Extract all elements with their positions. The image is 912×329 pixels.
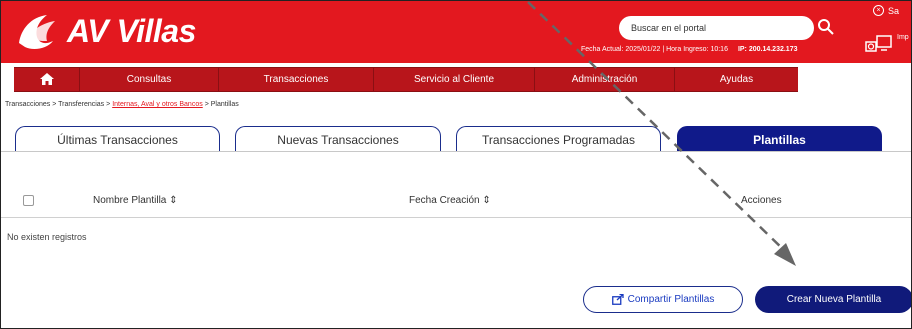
nav-transacciones[interactable]: Transacciones [219, 68, 374, 91]
brand-name: AV Villas [67, 12, 196, 49]
breadcrumb-separator: > [106, 101, 111, 108]
session-info: Fecha Actual: 2025/01/22 | Hora Ingreso:… [581, 46, 798, 53]
main-nav: Consultas Transacciones Servicio al Clie… [14, 67, 798, 92]
print-button[interactable]: Imp [865, 34, 909, 54]
nav-ayudas[interactable]: Ayudas [675, 68, 798, 91]
nav-consultas[interactable]: Consultas [80, 68, 219, 91]
breadcrumb-transferencias[interactable]: Transferencias [58, 101, 104, 108]
date-time-label: Fecha Actual: 2025/01/22 | Hora Ingreso:… [581, 46, 728, 53]
breadcrumb-transacciones[interactable]: Transacciones [5, 101, 50, 108]
tab-ultimas-transacciones[interactable]: Últimas Transacciones [15, 126, 220, 152]
search-input[interactable]: Buscar en el portal [619, 16, 814, 40]
breadcrumb: Transacciones > Transferencias > Interna… [5, 101, 239, 108]
close-session-label: Sa [888, 5, 900, 16]
tab-plantillas[interactable]: Plantillas [677, 126, 882, 152]
breadcrumb-internas-link[interactable]: Internas, Aval y otros Bancos [112, 101, 203, 108]
tabs-divider [1, 151, 911, 152]
print-label: Imp [897, 34, 909, 41]
ip-label: IP: 200.14.232.173 [737, 46, 798, 53]
close-session-button[interactable]: × Sa [873, 5, 899, 16]
share-templates-button[interactable]: Compartir Plantillas [583, 286, 743, 313]
search-icon[interactable] [817, 18, 835, 36]
app-window: AV Villas Buscar en el portal Fecha Actu… [0, 0, 912, 329]
create-template-button[interactable]: Crear Nueva Plantilla [755, 286, 911, 313]
tab-nuevas-transacciones[interactable]: Nuevas Transacciones [235, 126, 441, 152]
nav-home[interactable] [14, 68, 80, 91]
close-icon: × [873, 5, 884, 16]
column-acciones: Acciones [741, 195, 782, 206]
column-nombre-plantilla[interactable]: Nombre Plantilla ⇕ [93, 195, 178, 206]
av-villas-logo-icon [19, 15, 55, 49]
select-all-checkbox[interactable] [23, 195, 34, 206]
column-fecha-creacion[interactable]: Fecha Creación ⇕ [409, 195, 491, 206]
breadcrumb-separator: > [52, 101, 57, 108]
breadcrumb-separator: > [204, 101, 209, 108]
empty-state-text: No existen registros [7, 232, 87, 242]
print-icon [865, 35, 892, 52]
share-icon [611, 294, 624, 305]
share-templates-label: Compartir Plantillas [627, 294, 715, 305]
home-icon [39, 73, 54, 85]
tab-transacciones-programadas[interactable]: Transacciones Programadas [456, 126, 661, 152]
brand-logo[interactable]: AV Villas [15, 11, 196, 51]
header-bar: AV Villas Buscar en el portal Fecha Actu… [1, 1, 911, 63]
nav-administracion[interactable]: Administración [535, 68, 675, 91]
breadcrumb-plantillas: Plantillas [210, 101, 239, 108]
nav-servicio-cliente[interactable]: Servicio al Cliente [374, 68, 535, 91]
